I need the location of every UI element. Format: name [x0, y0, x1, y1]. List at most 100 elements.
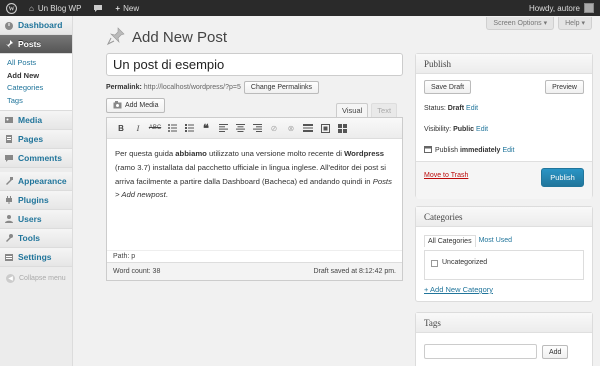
- italic-icon[interactable]: I: [130, 121, 146, 135]
- posts-submenu: All Posts Add New Categories Tags: [0, 54, 72, 111]
- media-icon: [4, 115, 14, 125]
- editor-content[interactable]: Per questa guida abbiamo utilizzato una …: [107, 139, 402, 251]
- status-label: Status:: [424, 105, 446, 112]
- sidebar-item-plugins[interactable]: Plugins: [0, 191, 72, 210]
- users-icon: [4, 214, 14, 224]
- permalink-url[interactable]: http://localhost/wordpress/?p=5: [144, 84, 241, 91]
- post-editor: B I ABC ❝ ⊘ ⊗ Per questa guida abbiamo u…: [106, 117, 403, 281]
- unlink-icon[interactable]: ⊗: [283, 121, 299, 135]
- admin-sidebar: Dashboard Posts All Posts Add New Catego…: [0, 16, 73, 366]
- editor-toolbar: B I ABC ❝ ⊘ ⊗: [107, 118, 402, 139]
- tab-visual[interactable]: Visual: [336, 103, 369, 117]
- categories-box-title: Categories: [416, 207, 592, 227]
- visibility-value: Public: [453, 126, 475, 133]
- align-center-icon[interactable]: [232, 121, 248, 135]
- move-to-trash-link[interactable]: Move to Trash: [424, 172, 468, 179]
- preview-button[interactable]: Preview: [545, 80, 584, 94]
- add-new-category-link[interactable]: + Add New Category: [424, 285, 493, 294]
- new-label: New: [123, 3, 140, 13]
- comments-bubble-icon[interactable]: [87, 0, 109, 16]
- wordpress-logo-icon[interactable]: W: [0, 0, 23, 16]
- publish-button[interactable]: Publish: [541, 168, 584, 187]
- add-tag-button[interactable]: Add: [542, 345, 569, 359]
- sidebar-item-media[interactable]: Media: [0, 111, 72, 130]
- permalink-row: Permalink: http://localhost/wordpress/?p…: [106, 81, 319, 94]
- status-row: Status: Draft Edit: [424, 105, 478, 112]
- numbered-list-icon[interactable]: [181, 121, 197, 135]
- draft-saved-status: Draft saved at 8:12:42 pm.: [313, 268, 397, 275]
- content-text: Per questa guida: [115, 149, 176, 158]
- add-media-button[interactable]: Add Media: [106, 98, 166, 113]
- new-content-link[interactable]: + New: [109, 0, 145, 16]
- sidebar-item-settings[interactable]: Settings: [0, 248, 72, 267]
- link-icon[interactable]: ⊘: [266, 121, 282, 135]
- publish-value: immediately: [459, 146, 501, 154]
- sidebar-item-tools[interactable]: Tools: [0, 229, 72, 248]
- sidebar-item-label: Comments: [18, 153, 62, 163]
- screen-options-button[interactable]: Screen Options ▾: [486, 17, 555, 30]
- sidebar-item-label: Dashboard: [18, 20, 63, 30]
- content-text: .: [165, 190, 168, 200]
- sidebar-item-label: Appearance: [18, 176, 67, 186]
- sidebar-item-dashboard[interactable]: Dashboard: [0, 16, 72, 35]
- sidebar-item-users[interactable]: Users: [0, 210, 72, 229]
- align-right-icon[interactable]: [249, 121, 265, 135]
- content-bold: Wordpress: [344, 149, 385, 158]
- tag-input[interactable]: [424, 344, 537, 359]
- permalink-label: Permalink:: [106, 84, 142, 91]
- read-more-icon[interactable]: [300, 121, 316, 135]
- site-name-link[interactable]: ⌂ Un Blog WP: [23, 0, 87, 16]
- comments-icon: [4, 153, 14, 163]
- avatar[interactable]: [584, 3, 594, 13]
- edit-visibility-link[interactable]: Edit: [476, 126, 488, 133]
- tab-all-categories[interactable]: All Categories: [424, 235, 476, 247]
- kitchen-sink-icon[interactable]: [334, 121, 350, 135]
- schedule-row: Publish immediately Edit: [424, 145, 515, 155]
- collapse-label: Collapse menu: [19, 274, 66, 282]
- edit-schedule-link[interactable]: Edit: [502, 147, 514, 154]
- publish-label: Publish: [435, 146, 458, 154]
- sidebar-item-label: Users: [18, 214, 42, 224]
- post-title-input[interactable]: [106, 53, 403, 76]
- admin-bar: W ⌂ Un Blog WP + New Howdy, autore: [0, 0, 600, 16]
- submenu-tags[interactable]: Tags: [0, 95, 72, 108]
- howdy-link[interactable]: Howdy, autore: [529, 4, 580, 13]
- publish-box: Publish Save Draft Preview Status: Draft…: [415, 53, 593, 199]
- settings-icon: [4, 252, 14, 262]
- help-label: Help: [565, 20, 580, 27]
- bullet-list-icon[interactable]: [164, 121, 180, 135]
- bold-icon[interactable]: B: [113, 121, 129, 135]
- calendar-icon: [424, 145, 432, 155]
- editor-mode-tabs: Visual Text: [336, 103, 398, 117]
- strikethrough-icon[interactable]: ABC: [147, 121, 163, 135]
- edit-status-link[interactable]: Edit: [466, 105, 478, 112]
- visibility-row: Visibility: Public Edit: [424, 126, 488, 133]
- sidebar-item-pages[interactable]: Pages: [0, 130, 72, 149]
- sidebar-item-comments[interactable]: Comments: [0, 149, 72, 168]
- tab-most-used[interactable]: Most Used: [476, 235, 515, 247]
- visibility-label: Visibility:: [424, 126, 452, 133]
- pages-icon: [4, 134, 14, 144]
- tab-text[interactable]: Text: [371, 103, 398, 117]
- publish-box-title: Publish: [416, 54, 592, 74]
- content-text: (ramo 3.7) installata dal pacchetto uffi…: [115, 162, 386, 186]
- add-media-label: Add Media: [125, 102, 159, 109]
- fullscreen-icon[interactable]: [317, 121, 333, 135]
- save-draft-button[interactable]: Save Draft: [424, 80, 472, 94]
- submenu-categories[interactable]: Categories: [0, 82, 72, 95]
- help-button[interactable]: Help ▾: [558, 17, 592, 30]
- align-left-icon[interactable]: [215, 121, 231, 135]
- sidebar-item-appearance[interactable]: Appearance: [0, 172, 72, 191]
- blockquote-icon[interactable]: ❝: [198, 121, 214, 135]
- screen-meta-links: Screen Options ▾ Help ▾: [486, 17, 592, 30]
- change-permalinks-button[interactable]: Change Permalinks: [243, 81, 319, 94]
- submenu-add-new[interactable]: Add New: [0, 70, 72, 83]
- category-checklist: Uncategorized: [424, 250, 584, 280]
- editor-path-bar: Path: p: [107, 250, 402, 262]
- category-checkbox[interactable]: [431, 260, 438, 267]
- sidebar-item-posts[interactable]: Posts: [0, 35, 72, 54]
- category-label: Uncategorized: [442, 259, 488, 266]
- submenu-all-posts[interactable]: All Posts: [0, 57, 72, 70]
- svg-text:W: W: [8, 6, 14, 12]
- collapse-menu-button[interactable]: ◀ Collapse menu: [0, 269, 72, 287]
